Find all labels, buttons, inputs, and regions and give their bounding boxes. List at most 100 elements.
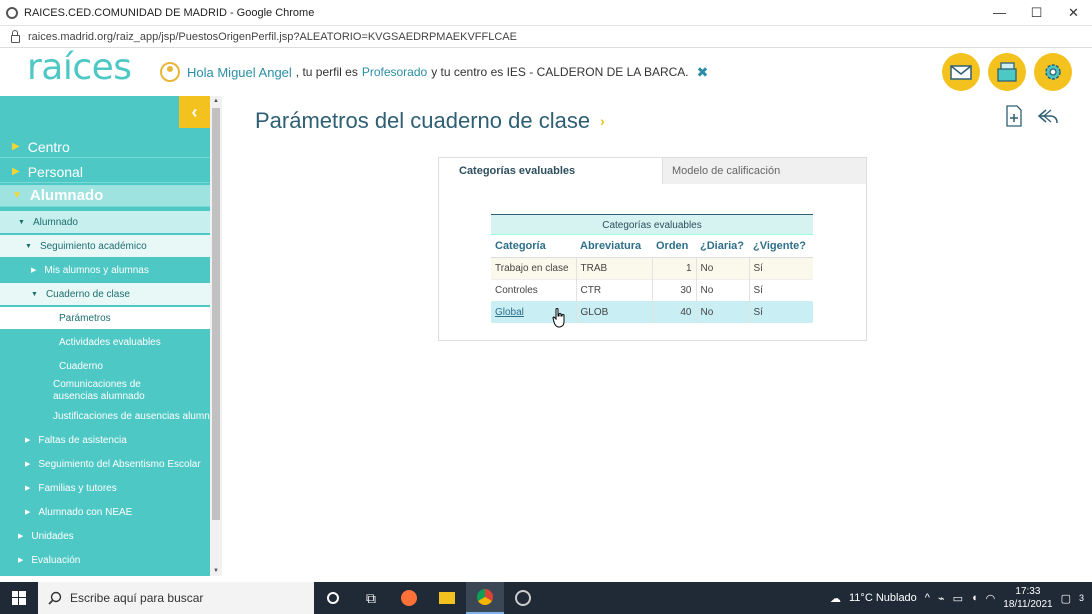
table-row[interactable]: Controles CTR 30 No Sí [491, 278, 813, 301]
sidebar-sub-faltas-asistencia[interactable]: ▶ Faltas de asistencia [0, 429, 210, 451]
cell-abreviatura: TRAB [576, 257, 653, 279]
cortana-button[interactable] [314, 582, 352, 614]
mail-icon [950, 65, 972, 80]
change-profile-icon[interactable]: ✖ [697, 64, 709, 81]
sidebar-sub-justificaciones-ausencias[interactable]: Justificaciones de ausencias alumnado [0, 405, 210, 427]
firefox-icon [401, 590, 417, 606]
triangle-right-icon: ▶ [31, 267, 37, 274]
volume-icon[interactable]: ◖ [971, 592, 978, 604]
col-abreviatura[interactable]: Abreviatura [576, 235, 652, 258]
address-bar[interactable]: raices.madrid.org/raiz_app/jsp/PuestosOr… [0, 26, 1092, 48]
perfil-link[interactable]: Profesorado [362, 65, 427, 79]
sidebar-item-label: Familias y tutores [38, 482, 117, 494]
sidebar-item-label: Cuaderno [59, 360, 103, 372]
minimize-button[interactable]: — [981, 0, 1018, 26]
sidebar-item-label: Parámetros [59, 312, 111, 324]
table-row[interactable]: Trabajo en clase TRAB 1 No Sí [491, 257, 813, 279]
tab-modelo-calificacion[interactable]: Modelo de calificación [663, 158, 866, 184]
wifi-icon[interactable]: ◠ [986, 592, 996, 605]
clock-time: 17:33 [1015, 586, 1041, 597]
cell-diaria: No [696, 257, 750, 279]
sidebar-sub-actividades-evaluables[interactable]: Actividades evaluables [0, 331, 210, 353]
scrollbar-thumb[interactable] [212, 108, 220, 520]
table-caption: Categorías evaluables [491, 214, 813, 235]
sidebar-sub-familias-tutores[interactable]: ▶ Familias y tutores [0, 477, 210, 499]
task-view-button[interactable]: ⧉ [352, 582, 390, 614]
settings-icon [1045, 64, 1061, 80]
battery-icon[interactable]: ▭ [953, 592, 963, 605]
sidebar-sub-seguimiento-academico[interactable]: ▼ Seguimiento académico [0, 235, 210, 257]
sidebar-item-label: Centro [27, 138, 70, 155]
windows-icon [12, 591, 26, 605]
col-diaria[interactable]: ¿Diaria? [696, 235, 749, 258]
sidebar-sub-alumnado-neae[interactable]: ▶ Alumnado con NEAE [0, 501, 210, 523]
taskbar-clock[interactable]: 17:33 18/11/2021 [1003, 585, 1052, 611]
sidebar-sub-cuaderno-de-clase[interactable]: ▼ Cuaderno de clase [0, 283, 210, 305]
page-title-text: Parámetros del cuaderno de clase [255, 108, 591, 133]
weather-text[interactable]: 11°C Nublado [849, 592, 917, 604]
lock-icon [11, 29, 20, 43]
raices-logo[interactable]: raíces [0, 48, 160, 88]
sidebar-sub-alumnado[interactable]: ▼ Alumnado [0, 211, 210, 233]
url-text[interactable]: raices.madrid.org/raiz_app/jsp/PuestosOr… [28, 31, 517, 43]
system-tray: ☁ 11°C Nublado ^ ⌁ ▭ ◖ ◠ 17:33 18/11/202… [830, 585, 1092, 611]
file-explorer-button[interactable] [428, 582, 466, 614]
app-button[interactable] [504, 582, 542, 614]
cell-orden: 40 [652, 301, 697, 323]
collapse-sidebar-button[interactable]: ‹ [179, 96, 210, 128]
cloud-icon: ☁ [830, 592, 841, 605]
sidebar-sub-unidades[interactable]: ▶ Unidades [0, 525, 210, 547]
back-icon[interactable] [1036, 104, 1060, 128]
tab-categorias-evaluables[interactable]: Categorías evaluables [439, 158, 663, 184]
taskbar-search-input[interactable]: Escribe aquí para buscar [38, 582, 314, 614]
windows-taskbar: Escribe aquí para buscar ⧉ ☁ 11°C Nublad… [0, 582, 1092, 614]
triangle-right-icon: ▶ [25, 485, 31, 492]
start-button[interactable] [0, 582, 38, 614]
sidebar-sub-absentismo[interactable]: ▶ Seguimiento del Absentismo Escolar [0, 453, 210, 475]
sidebar-sub-cuaderno[interactable]: Cuaderno [0, 355, 210, 377]
sidebar-item-personal[interactable]: ▶ Personal [0, 161, 210, 183]
cell-vigente: Sí [749, 301, 813, 323]
cell-diaria: No [696, 278, 750, 301]
table-row[interactable]: Global GLOB 40 No Sí [491, 301, 813, 323]
cell-vigente: Sí [749, 257, 813, 279]
sidebar-item-centro[interactable]: ▶ Centro [0, 136, 210, 158]
chrome-button[interactable] [466, 582, 504, 614]
close-button[interactable]: ✕ [1055, 0, 1092, 26]
sidebar-sub-mis-alumnos[interactable]: ▶ Mis alumnos y alumnas [0, 259, 210, 281]
sidebar-sub-comunicaciones-ausencias[interactable]: Comunicaciones de ausencias alumnado [0, 379, 180, 407]
sidebar-sub-parametros[interactable]: Parámetros [0, 307, 210, 329]
sidebar-item-label: Seguimiento del Absentismo Escolar [38, 458, 201, 470]
cell-categoria: Trabajo en clase [491, 257, 577, 279]
task-view-icon: ⧉ [366, 589, 376, 606]
categorias-table: Categorías evaluables Categoría Abreviat… [491, 214, 813, 323]
notifications-icon[interactable]: ▢ [1061, 592, 1071, 605]
scroll-down-icon[interactable]: ▼ [213, 568, 219, 574]
sidebar-item-label: Faltas de asistencia [38, 434, 127, 446]
sidebar-sub-evaluacion[interactable]: ▶ Evaluación [0, 549, 210, 571]
col-vigente[interactable]: ¿Vigente? [749, 235, 813, 258]
maximize-button[interactable]: ☐ [1018, 0, 1055, 26]
scroll-up-icon[interactable]: ▲ [213, 98, 219, 104]
sidebar-item-label: Comunicaciones de ausencias alumnado [53, 379, 145, 402]
notification-count: 3 [1078, 593, 1084, 603]
settings-button[interactable] [1034, 53, 1072, 91]
network-icon[interactable]: ⌁ [938, 592, 945, 605]
sidebar-scrollbar[interactable]: ▲ ▼ [210, 96, 222, 576]
triangle-right-icon: ▶ [25, 461, 31, 468]
sidebar-item-label: Justificaciones de ausencias alumnado [53, 410, 210, 422]
firefox-button[interactable] [390, 582, 428, 614]
global-link[interactable]: Global [495, 307, 524, 318]
col-orden[interactable]: Orden [652, 235, 696, 258]
mail-button[interactable] [942, 53, 980, 91]
sidebar-item-label: Alumnado [32, 216, 78, 228]
chrome-icon [477, 589, 493, 605]
documents-button[interactable] [988, 53, 1026, 91]
chevron-up-icon[interactable]: ^ [925, 592, 930, 604]
col-categoria[interactable]: Categoría [491, 235, 576, 258]
cell-abreviatura: CTR [576, 278, 653, 301]
cortana-icon [327, 592, 339, 604]
add-document-icon[interactable] [1002, 104, 1026, 128]
sidebar-item-alumnado[interactable]: ▼ Alumnado [0, 185, 210, 207]
triangle-right-icon: ▶ [18, 533, 24, 540]
